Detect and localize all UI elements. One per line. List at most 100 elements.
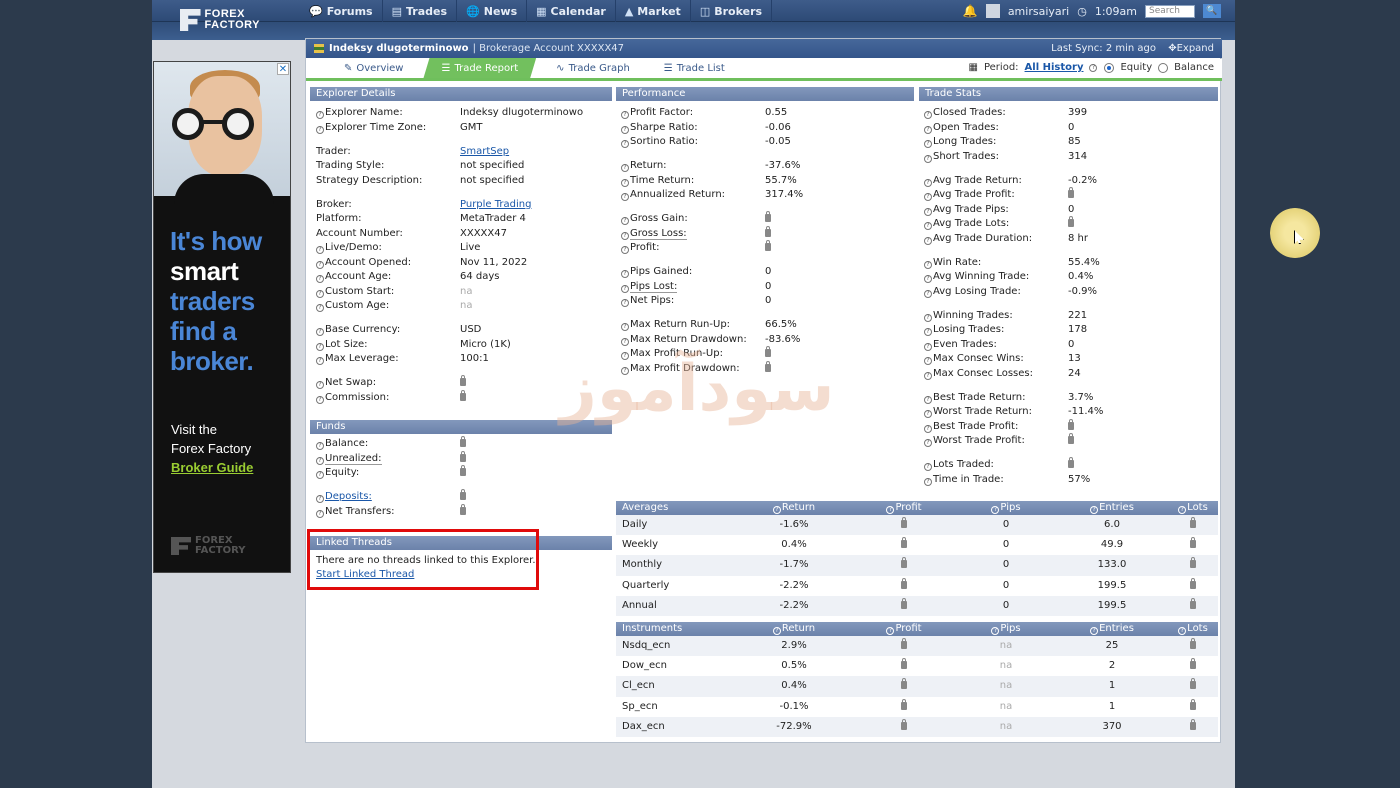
help-icon[interactable]: ? [924,207,932,216]
kv-value-text[interactable]: SmartSep [460,146,509,157]
kv-key-label[interactable]: Deposits: [325,491,372,502]
notification-bell-icon[interactable]: 🔔 [963,4,978,18]
forex-factory-logo[interactable]: FOREX FACTORY [180,5,260,35]
help-icon[interactable]: ? [316,260,324,269]
nav-item-forums[interactable]: 💬 Forums [300,0,383,22]
help-icon[interactable]: ? [316,111,324,119]
help-icon[interactable]: ? [924,439,932,447]
advertisement-banner[interactable]: ✕ It's how smart traders find a broker. … [153,61,291,573]
help-icon[interactable]: ? [621,284,629,293]
help-icon[interactable]: ? [621,270,629,278]
table-header-cell[interactable]: ? Entries [1056,622,1168,636]
help-icon[interactable]: ? [924,125,932,134]
equity-radio[interactable] [1104,62,1115,73]
table-header-cell[interactable]: ? Lots [1168,501,1218,515]
help-icon[interactable]: ? [621,337,629,346]
help-icon[interactable]: ? [924,275,932,283]
help-icon[interactable]: ? [621,140,629,148]
sort-icon[interactable]: ? [772,506,781,514]
help-icon[interactable]: ? [924,193,932,201]
help-icon[interactable]: ? [316,125,324,134]
ad-close-icon[interactable]: ✕ [277,63,289,75]
sort-icon[interactable]: ? [1178,627,1187,635]
help-icon[interactable]: ? [924,328,932,336]
tab-trade-report[interactable]: ☰ Trade Report [423,58,536,78]
help-icon[interactable]: ? [316,275,324,283]
table-header-cell[interactable]: ? Return [736,501,852,515]
search-input[interactable]: Search [1145,4,1195,18]
nav-item-calendar[interactable]: ▦ Calendar [527,0,616,22]
help-icon[interactable]: ? [621,299,629,307]
help-icon[interactable]: ? [316,509,324,518]
sort-icon[interactable]: ? [991,627,1000,635]
table-header-cell[interactable]: ? Lots [1168,622,1218,636]
help-icon[interactable]: ? [924,111,932,119]
balance-radio[interactable] [1158,62,1169,73]
help-icon[interactable]: ? [924,410,932,418]
sort-icon[interactable]: ? [772,627,781,635]
help-icon[interactable]: ? [924,357,932,365]
help-icon[interactable]: ? [621,125,629,134]
help-icon[interactable]: ? [924,236,932,245]
help-icon[interactable]: ? [924,154,932,163]
help-icon[interactable]: ? [924,371,932,380]
help-icon[interactable]: ? [316,495,324,503]
help-icon[interactable]: ? [621,193,629,201]
help-icon[interactable]: ? [316,357,324,365]
table-header-cell[interactable]: ? Entries [1056,501,1168,515]
help-icon[interactable]: ? [316,246,324,254]
nav-item-trades[interactable]: ▤ Trades [383,0,458,22]
help-icon[interactable]: ? [621,111,629,119]
help-icon[interactable]: ? [316,471,324,479]
help-icon[interactable]: ? [621,164,629,172]
period-help-icon[interactable]: ? [1089,63,1098,72]
sort-icon[interactable]: ? [886,627,895,635]
help-icon[interactable]: ? [924,395,932,404]
table-header-cell[interactable]: ? Profit [852,501,956,515]
sort-icon[interactable]: ? [886,506,895,514]
tab-trade-list[interactable]: ☰ Trade List [650,58,739,78]
nav-item-news[interactable]: 🌐 News [457,0,528,22]
help-icon[interactable]: ? [924,477,932,486]
nav-item-market[interactable]: ▲ Market [616,0,691,22]
table-header-cell[interactable]: ? Profit [852,622,956,636]
help-icon[interactable]: ? [621,246,629,254]
help-icon[interactable]: ? [316,381,324,389]
help-icon[interactable]: ? [316,456,324,465]
help-icon[interactable]: ? [924,424,932,433]
help-icon[interactable]: ? [621,178,629,187]
sort-icon[interactable]: ? [1090,627,1099,635]
tab-overview[interactable]: ✎ Overview [330,58,417,78]
sort-icon[interactable]: ? [1090,506,1099,514]
username-link[interactable]: amirsaiyari [1008,5,1069,18]
sort-icon[interactable]: ? [1178,506,1187,514]
help-icon[interactable]: ? [316,442,324,450]
search-icon[interactable]: 🔍 [1203,4,1221,18]
help-icon[interactable]: ? [924,463,932,471]
table-header-cell[interactable]: ? Pips [956,622,1056,636]
help-icon[interactable]: ? [316,289,324,298]
expand-button[interactable]: ✥Expand [1168,43,1214,54]
kv-value-text[interactable]: Purple Trading [460,199,531,210]
help-icon[interactable]: ? [924,260,932,269]
sort-icon[interactable]: ? [991,506,1000,514]
help-icon[interactable]: ? [316,395,324,404]
ad-broker-guide-link[interactable]: Broker Guide [171,458,253,477]
avatar[interactable] [985,4,1000,18]
help-icon[interactable]: ? [621,217,629,225]
help-icon[interactable]: ? [924,222,932,230]
help-icon[interactable]: ? [924,313,932,322]
help-icon[interactable]: ? [316,304,324,312]
help-icon[interactable]: ? [621,231,629,240]
nav-item-brokers[interactable]: ◫ Brokers [691,0,773,22]
tab-trade-graph[interactable]: ∿ Trade Graph [542,58,644,78]
period-dropdown[interactable]: All History [1025,62,1084,73]
help-icon[interactable]: ? [316,328,324,336]
help-icon[interactable]: ? [621,323,629,331]
help-icon[interactable]: ? [924,178,932,187]
help-icon[interactable]: ? [924,289,932,298]
help-icon[interactable]: ? [924,140,932,148]
table-header-cell[interactable]: ? Pips [956,501,1056,515]
help-icon[interactable]: ? [924,342,932,351]
help-icon[interactable]: ? [316,342,324,351]
